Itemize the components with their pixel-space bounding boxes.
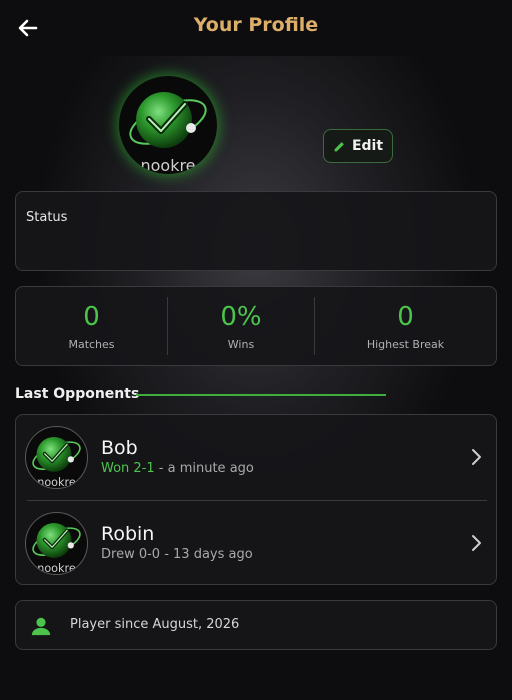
stat-label: Wins xyxy=(227,338,255,351)
opponent-name: Bob xyxy=(101,437,138,459)
chevron-right-icon xyxy=(472,449,481,465)
opponent-avatar: nookre xyxy=(25,512,88,575)
page-title: Your Profile xyxy=(193,14,319,36)
opponent-result-line: Won 2-1 - a minute ago xyxy=(101,461,254,476)
match-result: Won 2-1 xyxy=(101,461,155,476)
edit-label: Edit xyxy=(351,138,384,154)
section-underline xyxy=(136,394,386,396)
avatar-logo-text: nookre xyxy=(37,562,76,574)
chevron-right-icon xyxy=(472,535,481,551)
status-label: Status xyxy=(26,210,68,225)
snooker-logo-icon: nookre xyxy=(32,436,81,488)
player-since-card: Player since August, 2026 xyxy=(15,600,497,650)
snooker-logo-icon: nookre xyxy=(32,522,81,574)
opponent-row-robin[interactable]: nookre Robin Drew 0-0 - 13 days ago xyxy=(16,501,496,586)
player-since-text: Player since August, 2026 xyxy=(70,617,240,632)
stat-value: 0 xyxy=(83,302,100,332)
person-icon xyxy=(31,617,51,636)
opponent-result-line: Drew 0-0 - 13 days ago xyxy=(101,547,253,562)
match-result: Drew 0-0 xyxy=(101,547,161,562)
snooker-logo-icon: nookre xyxy=(129,92,207,174)
stat-value: 0 xyxy=(397,302,414,332)
match-time: - 13 days ago xyxy=(160,547,253,562)
profile-avatar[interactable]: nookre xyxy=(119,76,217,174)
status-card[interactable]: Status xyxy=(15,191,497,271)
stat-value: 0% xyxy=(220,302,262,332)
opponent-row-bob[interactable]: nookre Bob Won 2-1 - a minute ago xyxy=(16,415,496,500)
stats-card: 0 Matches 0% Wins 0 Highest Break xyxy=(15,286,497,366)
stat-highest-break: 0 Highest Break xyxy=(315,287,496,365)
match-time: - a minute ago xyxy=(154,461,254,476)
stat-label: Highest Break xyxy=(366,338,445,351)
opponent-name: Robin xyxy=(101,523,155,545)
opponent-avatar: nookre xyxy=(25,426,88,489)
avatar-logo-text: nookre xyxy=(37,476,76,488)
pencil-icon xyxy=(334,141,344,151)
stat-wins: 0% Wins xyxy=(168,287,314,365)
edit-profile-button[interactable]: Edit xyxy=(323,129,393,163)
stat-matches: 0 Matches xyxy=(16,287,167,365)
last-opponents-heading: Last Opponents xyxy=(15,386,140,402)
top-bar: Your Profile xyxy=(0,0,512,56)
stat-label: Matches xyxy=(68,338,115,351)
last-opponents-card: nookre Bob Won 2-1 - a minute ago nookre… xyxy=(15,414,497,585)
